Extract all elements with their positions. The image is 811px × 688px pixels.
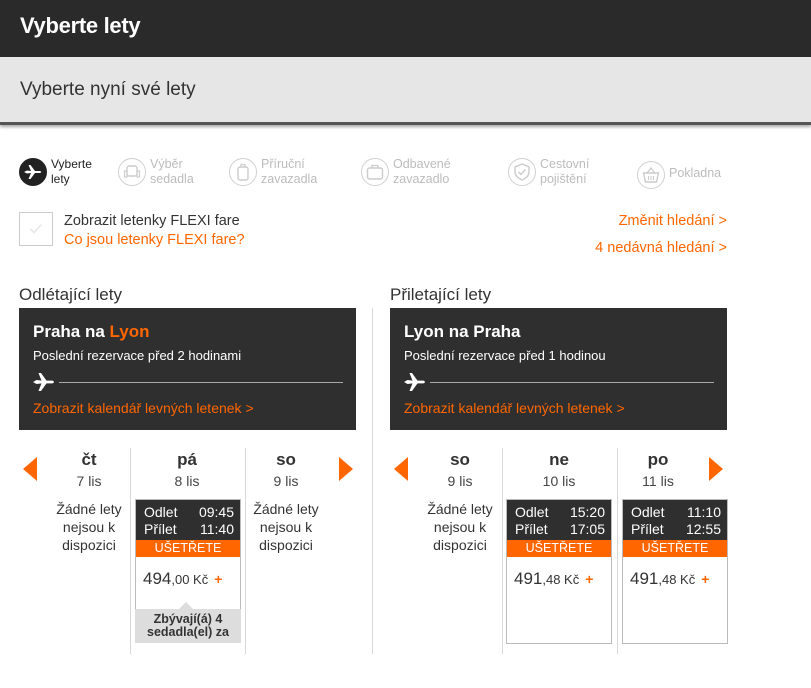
- plane-icon: [404, 373, 425, 391]
- outbound-flight-card[interactable]: Odlet 09:45 Přílet 11:40 UŠETŘETE 494,00 K…: [135, 499, 241, 643]
- step-label: Odbavené zavazadlo: [393, 157, 451, 186]
- flight-price: 491,48 Kč +: [630, 569, 710, 588]
- shield-icon: [508, 158, 536, 186]
- save-badge: UŠETŘETE: [136, 540, 240, 557]
- seat-icon: [118, 158, 146, 186]
- hold-bag-icon: [361, 158, 389, 186]
- outbound-day-sat[interactable]: so 9 lis Žádné lety nejsou k dispozici: [232, 450, 340, 554]
- outbound-title: Odlétající lety: [19, 285, 122, 304]
- outbound-last-booking: Poslední rezervace před 2 hodinami: [33, 348, 242, 363]
- step-cabin-bags[interactable]: Příruční zavazadla: [229, 157, 317, 189]
- top-header: Vyberte lety: [0, 0, 811, 57]
- inbound-title: Přiletající lety: [390, 285, 492, 304]
- outbound-next-arrow[interactable]: [339, 457, 353, 481]
- flight-price: 491,48 Kč +: [514, 569, 594, 588]
- flexi-info-link[interactable]: Co jsou letenky FLEXI fare?: [64, 232, 245, 248]
- outbound-route: Praha na Lyon: [33, 322, 150, 341]
- recent-searches-link[interactable]: 4 nedávná hledání >: [595, 240, 727, 256]
- seats-left-notice: Zbývají(á) 4 sedadla(el) za: [135, 602, 241, 643]
- section-divider: [372, 308, 373, 654]
- inbound-day-mon[interactable]: po 11 lis: [604, 450, 712, 489]
- no-flights-text: Žádné lety nejsou k dispozici: [56, 501, 122, 553]
- inbound-day-sun[interactable]: ne 10 lis: [505, 450, 613, 489]
- flexi-label: Zobrazit letenky FLEXI fare: [64, 213, 240, 229]
- plane-icon: [19, 158, 47, 186]
- step-label: Výběr sedadla: [150, 157, 194, 186]
- save-badge: UŠETŘETE: [623, 540, 727, 557]
- route-line: [59, 382, 343, 383]
- outbound-calendar-link[interactable]: Zobrazit kalendář levných letenek >: [33, 400, 254, 416]
- flight-times: Odlet 09:45 Přílet 11:40: [136, 500, 240, 540]
- save-badge: UŠETŘETE: [507, 540, 611, 557]
- plus-icon: +: [701, 571, 710, 587]
- outbound-day-thu[interactable]: čt 7 lis Žádné lety nejsou k dispozici: [35, 450, 143, 554]
- basket-icon: [637, 161, 665, 189]
- plus-icon: +: [585, 571, 594, 587]
- inbound-day-sat[interactable]: so 9 lis Žádné lety nejsou k dispozici: [406, 450, 514, 554]
- inbound-route-card: Lyon na Praha Poslední rezervace před 1 …: [390, 308, 727, 430]
- step-seats[interactable]: Výběr sedadla: [118, 157, 194, 189]
- step-label: Vyberte lety: [51, 157, 92, 186]
- sub-header: Vyberte nyní své lety: [0, 57, 811, 125]
- inbound-flight-card[interactable]: Odlet 15:20 Přílet 17:05 UŠETŘETE 491,48 K…: [506, 499, 612, 644]
- cabin-bag-icon: [229, 158, 257, 186]
- step-label: Příruční zavazadla: [261, 157, 318, 186]
- outbound-day-fri[interactable]: pá 8 lis: [133, 450, 241, 489]
- outbound-route-card: Praha na Lyon Poslední rezervace před 2 …: [19, 308, 356, 430]
- flight-times: Odlet 11:10 Přílet 12:55: [623, 500, 727, 540]
- step-checkout[interactable]: Pokladna: [637, 160, 721, 192]
- flexi-checkbox[interactable]: [19, 212, 53, 246]
- page-title: Vyberte lety: [20, 13, 141, 38]
- step-hold-bag[interactable]: Odbavené zavazadlo: [361, 157, 451, 189]
- change-search-link[interactable]: Změnit hledání >: [619, 213, 727, 229]
- no-flights-text: Žádné lety nejsou k dispozici: [427, 501, 493, 553]
- check-icon: [29, 223, 43, 234]
- sub-title: Vyberte nyní své lety: [20, 79, 196, 100]
- step-label: Cestovní pojištění: [540, 157, 590, 186]
- inbound-calendar-link[interactable]: Zobrazit kalendář levných letenek >: [404, 400, 625, 416]
- step-insurance[interactable]: Cestovní pojištění: [508, 157, 589, 189]
- no-flights-text: Žádné lety nejsou k dispozici: [253, 501, 319, 553]
- inbound-last-booking: Poslední rezervace před 1 hodinou: [404, 348, 606, 363]
- inbound-flight-card[interactable]: Odlet 11:10 Přílet 12:55 UŠETŘETE 491,48 K…: [622, 499, 728, 644]
- plus-icon: +: [214, 571, 223, 587]
- plane-icon: [33, 373, 54, 391]
- flight-price: 494,00 Kč +: [143, 569, 223, 588]
- route-line: [430, 382, 714, 383]
- flight-times: Odlet 15:20 Přílet 17:05: [507, 500, 611, 540]
- inbound-route: Lyon na Praha: [404, 322, 521, 341]
- step-select-flights[interactable]: Vyberte lety: [19, 157, 92, 189]
- step-label: Pokladna: [669, 166, 722, 180]
